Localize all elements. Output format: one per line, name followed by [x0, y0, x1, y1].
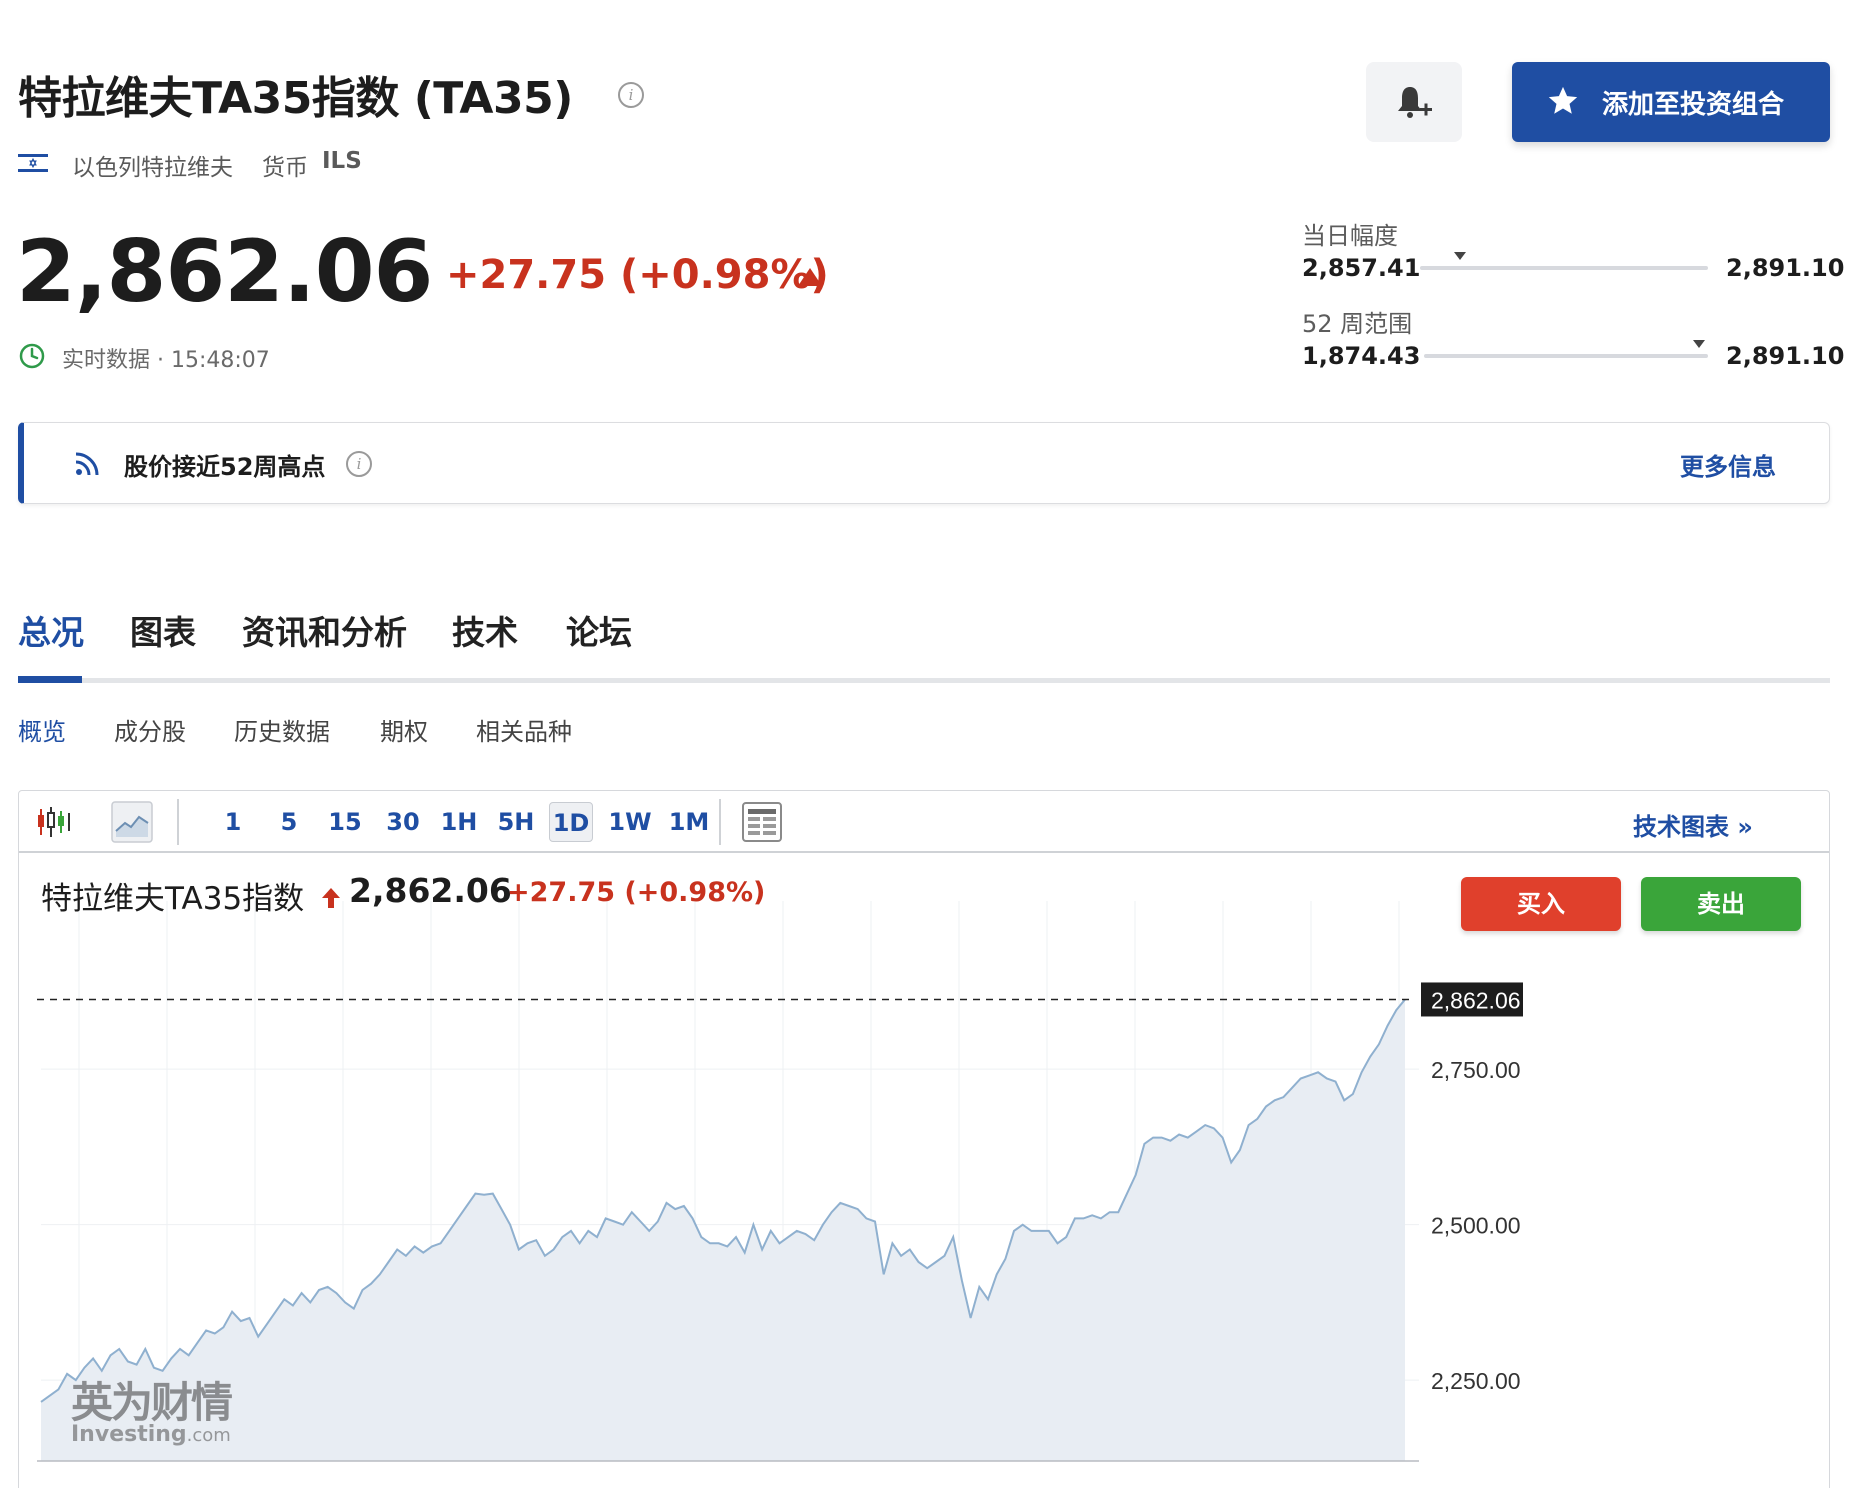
- page-title: 特拉维夫TA35指数 (TA35): [18, 73, 573, 124]
- star-icon: [1548, 86, 1578, 114]
- realtime-timestamp: 实时数据 · 15:48:07: [62, 348, 270, 373]
- subtab-options[interactable]: 期权: [380, 712, 428, 747]
- subtab-overview[interactable]: 概览: [18, 712, 66, 747]
- timeframe-1w[interactable]: 1W: [605, 802, 655, 842]
- alert-text: 股价接近52周高点: [124, 453, 326, 481]
- info-icon[interactable]: i: [618, 82, 644, 108]
- israel-flag-icon: [18, 152, 48, 174]
- exchange-name: 以色列特拉维夫: [72, 155, 233, 181]
- timeframe-1m[interactable]: 1M: [663, 802, 715, 842]
- timeframe-1[interactable]: 1: [215, 802, 251, 842]
- y-tick-label: 2,500.00: [1431, 1213, 1521, 1239]
- sell-button[interactable]: 卖出: [1641, 877, 1801, 931]
- tab-divider: [18, 678, 1830, 683]
- tab-technical[interactable]: 技术: [452, 606, 518, 654]
- clock-icon: [19, 343, 45, 369]
- candlestick-icon[interactable]: [33, 801, 75, 843]
- day-range-low: 2,857.41: [1302, 254, 1421, 282]
- up-arrow-icon: [798, 268, 822, 286]
- currency-value: ILS: [322, 148, 362, 174]
- watermark-en-suffix: .com: [186, 1425, 231, 1446]
- day-range-track: [1420, 252, 1708, 270]
- buy-button[interactable]: 买入: [1461, 877, 1621, 931]
- alert-bell-button[interactable]: [1366, 62, 1462, 142]
- rss-icon: [75, 452, 99, 476]
- tab-forum[interactable]: 论坛: [566, 606, 632, 654]
- chart-legend-change: +27.75 (+0.98%): [507, 877, 766, 908]
- active-tab-indicator: [18, 676, 82, 683]
- timeframe-5h[interactable]: 5H: [491, 802, 541, 842]
- table-view-icon[interactable]: [741, 801, 783, 843]
- tab-chart[interactable]: 图表: [130, 606, 196, 654]
- subtab-historical-data[interactable]: 历史数据: [234, 712, 330, 747]
- tab-overview[interactable]: 总况: [18, 606, 84, 654]
- week52-range-low: 1,874.43: [1302, 342, 1421, 370]
- week52-range-track: [1424, 340, 1708, 358]
- timeframe-30[interactable]: 30: [381, 802, 425, 842]
- more-info-link[interactable]: 更多信息: [1680, 447, 1776, 482]
- subtab-components[interactable]: 成分股: [114, 712, 186, 747]
- add-to-portfolio-button[interactable]: 添加至投资组合: [1512, 62, 1830, 142]
- timeframe-15[interactable]: 15: [323, 802, 367, 842]
- investing-watermark: 英为财情 Investing.com: [71, 1369, 233, 1447]
- tab-news-analysis[interactable]: 资讯和分析: [242, 606, 407, 654]
- watermark-cn: 英为财情: [71, 1378, 233, 1427]
- subtab-related[interactable]: 相关品种: [476, 712, 572, 747]
- price-alert-bar: 股价接近52周高点 i 更多信息: [18, 422, 1830, 504]
- last-price: 2,862.06: [16, 222, 433, 322]
- bell-plus-icon: [1398, 87, 1432, 118]
- timeframe-1h[interactable]: 1H: [435, 802, 483, 842]
- chart-toolbar: 1 5 15 30 1H 5H 1D 1W 1M 技术图表 »: [19, 791, 1829, 853]
- day-range-high: 2,891.10: [1726, 254, 1845, 282]
- watermark-en-text: Investing: [71, 1422, 187, 1447]
- up-arrow-icon: [322, 888, 340, 908]
- technical-chart-link[interactable]: 技术图表 »: [1633, 807, 1753, 842]
- add-to-portfolio-label: 添加至投资组合: [1602, 90, 1785, 120]
- week52-range-label: 52 周范围: [1302, 310, 1413, 338]
- chart-legend-name: 特拉维夫TA35指数: [41, 881, 305, 917]
- week52-range-high: 2,891.10: [1726, 342, 1845, 370]
- toolbar-separator: [719, 799, 721, 845]
- toolbar-separator: [177, 799, 179, 845]
- price-change: +27.75 (+0.98%): [446, 252, 829, 298]
- timeframe-1d[interactable]: 1D: [549, 802, 593, 842]
- day-range-label: 当日幅度: [1302, 222, 1398, 250]
- timeframe-5[interactable]: 5: [271, 802, 307, 842]
- watermark-en: Investing.com: [71, 1422, 231, 1447]
- chart-legend-price: 2,862.06: [349, 871, 512, 910]
- area-chart-icon[interactable]: [111, 801, 153, 843]
- last-price-label: 2,862.06: [1431, 987, 1521, 1013]
- info-icon[interactable]: i: [346, 451, 372, 477]
- y-tick-label: 2,750.00: [1431, 1057, 1521, 1083]
- week52-range-marker: [1693, 340, 1706, 348]
- chart-panel: 2,250.00 2,500.00 2,750.00 2,862.06 1 5 15 …: [18, 790, 1830, 1488]
- currency-label: 货币: [262, 155, 308, 181]
- day-range-marker: [1454, 252, 1467, 260]
- y-tick-label: 2,250.00: [1431, 1368, 1521, 1394]
